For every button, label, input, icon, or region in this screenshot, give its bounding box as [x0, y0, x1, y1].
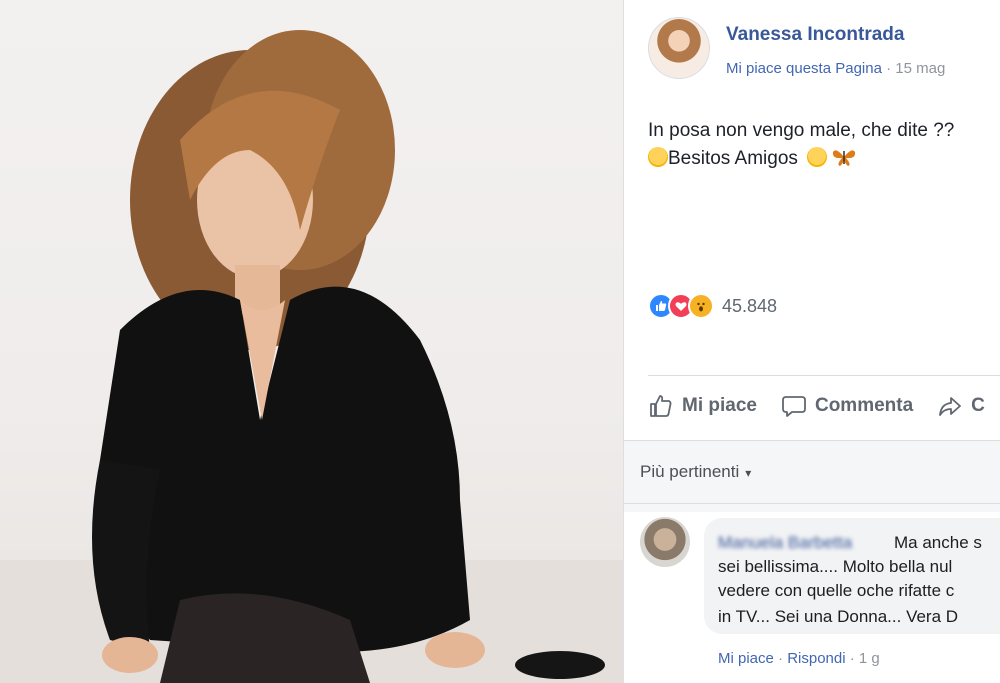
comment-button-label: Commenta	[814, 395, 914, 416]
post-photo[interactable]	[0, 0, 623, 683]
thumbs-up-icon	[650, 395, 672, 417]
comments-sort-label: Più pertinenti	[640, 462, 740, 481]
actions-top-divider	[648, 375, 1000, 376]
comment-line-1: Ma anche s	[894, 533, 982, 552]
post-date[interactable]: 15 mag	[895, 60, 945, 77]
post-author[interactable]: Vanessa Incontrada	[726, 24, 904, 46]
post-text-line-1: In posa non vengo male, che dite ??	[648, 120, 955, 141]
page-like-link[interactable]: Mi piace questa Pagina	[726, 60, 882, 77]
wow-icon	[688, 293, 714, 319]
comment-button[interactable]: Commenta	[781, 393, 913, 419]
reaction-count[interactable]: 45.848	[722, 296, 777, 317]
share-button[interactable]: C	[937, 393, 985, 419]
share-button-label: C	[971, 395, 985, 416]
like-button-label: Mi piace	[682, 395, 757, 416]
chevron-down-icon: ▾	[745, 466, 752, 480]
post-text-line-2: Besitos Amigos	[668, 148, 798, 169]
comment-bubble-icon	[782, 396, 806, 417]
comment-time[interactable]: 1 g	[859, 650, 880, 667]
comment-like-link[interactable]: Mi piace	[718, 650, 774, 667]
butterfly-emoji-icon	[833, 150, 856, 166]
comment-line-2: sei bellissima.... Molto bella nul	[718, 557, 953, 576]
commenter-name[interactable]: Manuela Barbetta	[718, 533, 852, 553]
comment-actions-separator-2: ·	[849, 650, 855, 667]
author-avatar[interactable]	[648, 17, 710, 79]
commenter-avatar[interactable]	[640, 517, 690, 567]
grinning-emoji-icon	[807, 147, 828, 167]
share-arrow-icon	[939, 397, 962, 416]
comments-sort-dropdown[interactable]: Più pertinenti ▾	[640, 462, 751, 482]
comment-line-3: vedere con quelle oche rifatte c	[718, 581, 955, 600]
woman-portrait-illustration	[0, 30, 623, 683]
comment-line-4: in TV... Sei una Donna... Vera D	[718, 607, 959, 626]
comment-actions: Mi piace · Rispondi · 1 g	[718, 650, 880, 667]
comments-top-divider	[624, 440, 1000, 441]
comment-actions-separator-1: ·	[778, 650, 784, 667]
laughing-emoji-icon	[648, 147, 668, 167]
post-text: In posa non vengo male, che dite ?? Besi…	[648, 117, 954, 173]
meta-separator: ·	[886, 60, 892, 77]
reactions-summary[interactable]: 45.848	[648, 293, 777, 319]
comment-reply-link[interactable]: Rispondi	[787, 650, 845, 667]
comments-sort-divider	[624, 503, 1000, 504]
post-text-line-2-wrap: Besitos Amigos	[648, 145, 954, 173]
post-side-panel: Vanessa Incontrada Mi piace questa Pagin…	[624, 0, 1000, 683]
post-meta: Mi piace questa Pagina · 15 mag	[726, 60, 945, 77]
like-button[interactable]: Mi piace	[648, 393, 757, 419]
post-actions-bar: Mi piace Commenta C	[648, 393, 1000, 419]
